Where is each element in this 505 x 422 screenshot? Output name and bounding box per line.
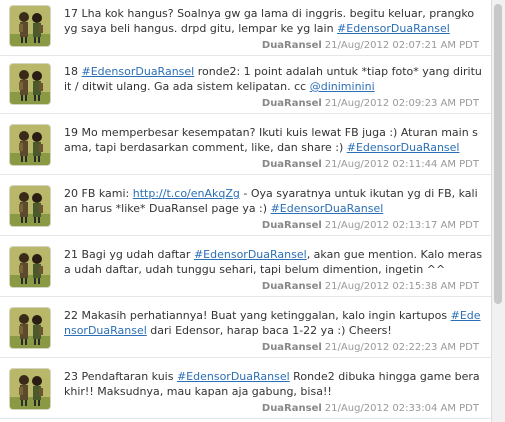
avatar[interactable] (10, 64, 50, 104)
tweet-username[interactable]: DuaRansel (262, 403, 322, 414)
tweet-meta: DuaRansel 21/Aug/2012 02:15:38 AM PDT (262, 281, 479, 292)
tweet-link[interactable]: #EdensorDuaRansel (194, 248, 307, 261)
tweet-text-segment: dari Edensor, harap baca 1-22 ya :) Chee… (146, 324, 392, 337)
tweet-item: 20 FB kami: http://t.co/enAkqZg - Oya sy… (0, 180, 491, 236)
tweet-item: 18 #EdensorDuaRansel ronde2: 1 point ada… (0, 58, 491, 114)
tweet-text-segment: 21 Bagi yg udah daftar (64, 248, 194, 261)
avatar-image (10, 308, 50, 348)
tweet-timestamp[interactable]: 21/Aug/2012 02:33:04 AM PDT (325, 403, 479, 414)
tweet-link[interactable]: #EdensorDuaRansel (337, 22, 450, 35)
tweet-username[interactable]: DuaRansel (262, 220, 322, 231)
tweet-text: 21 Bagi yg udah daftar #EdensorDuaRansel… (64, 247, 484, 277)
tweet-meta: DuaRansel 21/Aug/2012 02:13:17 AM PDT (262, 220, 479, 231)
tweet-item: 23 Pendaftaran kuis #EdensorDuaRansel Ro… (0, 363, 491, 419)
tweet-timestamp[interactable]: 21/Aug/2012 02:09:23 AM PDT (325, 98, 479, 109)
tweet-link[interactable]: @diniminini (310, 80, 375, 93)
tweet-meta: DuaRansel 21/Aug/2012 02:09:23 AM PDT (262, 98, 479, 109)
avatar-image (10, 186, 50, 226)
tweet-meta: DuaRansel 21/Aug/2012 02:11:44 AM PDT (262, 159, 479, 170)
scrollbar[interactable] (491, 0, 505, 422)
tweet-text: 17 Lha kok hangus? Soalnya gw ga lama di… (64, 6, 484, 36)
tweet-timestamp[interactable]: 21/Aug/2012 02:13:17 AM PDT (325, 220, 479, 231)
tweet-text-segment: 20 FB kami: (64, 187, 133, 200)
avatar-image (10, 64, 50, 104)
tweet-username[interactable]: DuaRansel (262, 342, 322, 353)
avatar-image (10, 125, 50, 165)
tweet-meta: DuaRansel 21/Aug/2012 02:22:23 AM PDT (262, 342, 479, 353)
tweet-text-segment: 18 (64, 65, 82, 78)
tweet-item: 22 Makasih perhatiannya! Buat yang ketin… (0, 302, 491, 358)
tweet-text-segment: 22 Makasih perhatiannya! Buat yang ketin… (64, 309, 451, 322)
tweet-link[interactable]: #EdensorDuaRansel (271, 202, 384, 215)
tweet-username[interactable]: DuaRansel (262, 40, 322, 51)
tweet-link[interactable]: #EdensorDuaRansel (82, 65, 195, 78)
tweet-item: 17 Lha kok hangus? Soalnya gw ga lama di… (0, 0, 491, 56)
avatar[interactable] (10, 186, 50, 226)
avatar-image (10, 369, 50, 409)
tweet-text: 19 Mo memperbesar kesempatan? Ikuti kuis… (64, 125, 484, 155)
tweet-item: 19 Mo memperbesar kesempatan? Ikuti kuis… (0, 119, 491, 175)
tweet-text: 22 Makasih perhatiannya! Buat yang ketin… (64, 308, 484, 338)
tweet-text: 23 Pendaftaran kuis #EdensorDuaRansel Ro… (64, 369, 484, 399)
tweet-timestamp[interactable]: 21/Aug/2012 02:22:23 AM PDT (325, 342, 479, 353)
scrollbar-thumb[interactable] (494, 4, 502, 304)
tweet-text-segment: 23 Pendaftaran kuis (64, 370, 177, 383)
tweet-link[interactable]: #EdensorDuaRansel (347, 141, 460, 154)
tweet-text: 18 #EdensorDuaRansel ronde2: 1 point ada… (64, 64, 484, 94)
tweet-username[interactable]: DuaRansel (262, 281, 322, 292)
avatar[interactable] (10, 6, 50, 46)
tweet-timestamp[interactable]: 21/Aug/2012 02:11:44 AM PDT (325, 159, 479, 170)
avatar[interactable] (10, 247, 50, 287)
tweet-username[interactable]: DuaRansel (262, 159, 322, 170)
tweet-timestamp[interactable]: 21/Aug/2012 02:07:21 AM PDT (325, 40, 479, 51)
tweet-link[interactable]: #EdensorDuaRansel (177, 370, 290, 383)
avatar[interactable] (10, 125, 50, 165)
tweet-text: 20 FB kami: http://t.co/enAkqZg - Oya sy… (64, 186, 484, 216)
tweet-item: 21 Bagi yg udah daftar #EdensorDuaRansel… (0, 241, 491, 297)
tweet-username[interactable]: DuaRansel (262, 98, 322, 109)
tweet-meta: DuaRansel 21/Aug/2012 02:33:04 AM PDT (262, 403, 479, 414)
tweet-link[interactable]: http://t.co/enAkqZg (133, 187, 240, 200)
tweet-timestamp[interactable]: 21/Aug/2012 02:15:38 AM PDT (325, 281, 479, 292)
tweet-meta: DuaRansel 21/Aug/2012 02:07:21 AM PDT (262, 40, 479, 51)
avatar[interactable] (10, 308, 50, 348)
avatar-image (10, 247, 50, 287)
avatar-image (10, 6, 50, 46)
avatar[interactable] (10, 369, 50, 409)
